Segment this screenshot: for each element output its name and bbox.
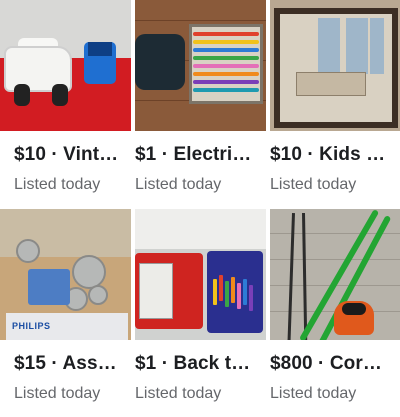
- listing-photo[interactable]: [135, 209, 266, 340]
- listing-photo[interactable]: [270, 0, 400, 131]
- marketplace-listing-grid: $10 · Vint… Listed today $1 · Electri… L…: [0, 0, 400, 417]
- listing-price-title[interactable]: $15 · Ass…: [14, 353, 132, 375]
- listing-status: Listed today: [14, 176, 101, 193]
- listing-price-title[interactable]: $1 · Back t…: [135, 353, 263, 375]
- listing-photo[interactable]: PHILIPS: [0, 209, 131, 340]
- listing-card[interactable]: $800 · Cor… Listed today: [270, 209, 400, 402]
- listing-card[interactable]: PHILIPS $15 · Ass… Listed today: [0, 209, 131, 402]
- listing-status: Listed today: [135, 385, 222, 402]
- listing-photo[interactable]: [0, 0, 131, 131]
- listing-price-title[interactable]: $10 · Kids …: [270, 144, 396, 166]
- listing-status: Listed today: [270, 176, 357, 193]
- listing-photo[interactable]: [270, 209, 400, 340]
- listing-status: Listed today: [14, 385, 101, 402]
- listing-card[interactable]: $10 · Vint… Listed today: [0, 0, 131, 193]
- listing-price-title[interactable]: $1 · Electri…: [135, 144, 263, 166]
- listing-status: Listed today: [270, 385, 357, 402]
- listing-card[interactable]: $10 · Kids … Listed today: [270, 0, 400, 193]
- listing-card[interactable]: $1 · Electri… Listed today: [135, 0, 266, 193]
- listing-status: Listed today: [135, 176, 222, 193]
- philips-box-label: PHILIPS: [12, 321, 51, 331]
- listing-photo[interactable]: [135, 0, 266, 131]
- listing-price-title[interactable]: $800 · Cor…: [270, 353, 396, 375]
- listing-card[interactable]: $1 · Back t… Listed today: [135, 209, 266, 402]
- listing-price-title[interactable]: $10 · Vint…: [14, 144, 132, 166]
